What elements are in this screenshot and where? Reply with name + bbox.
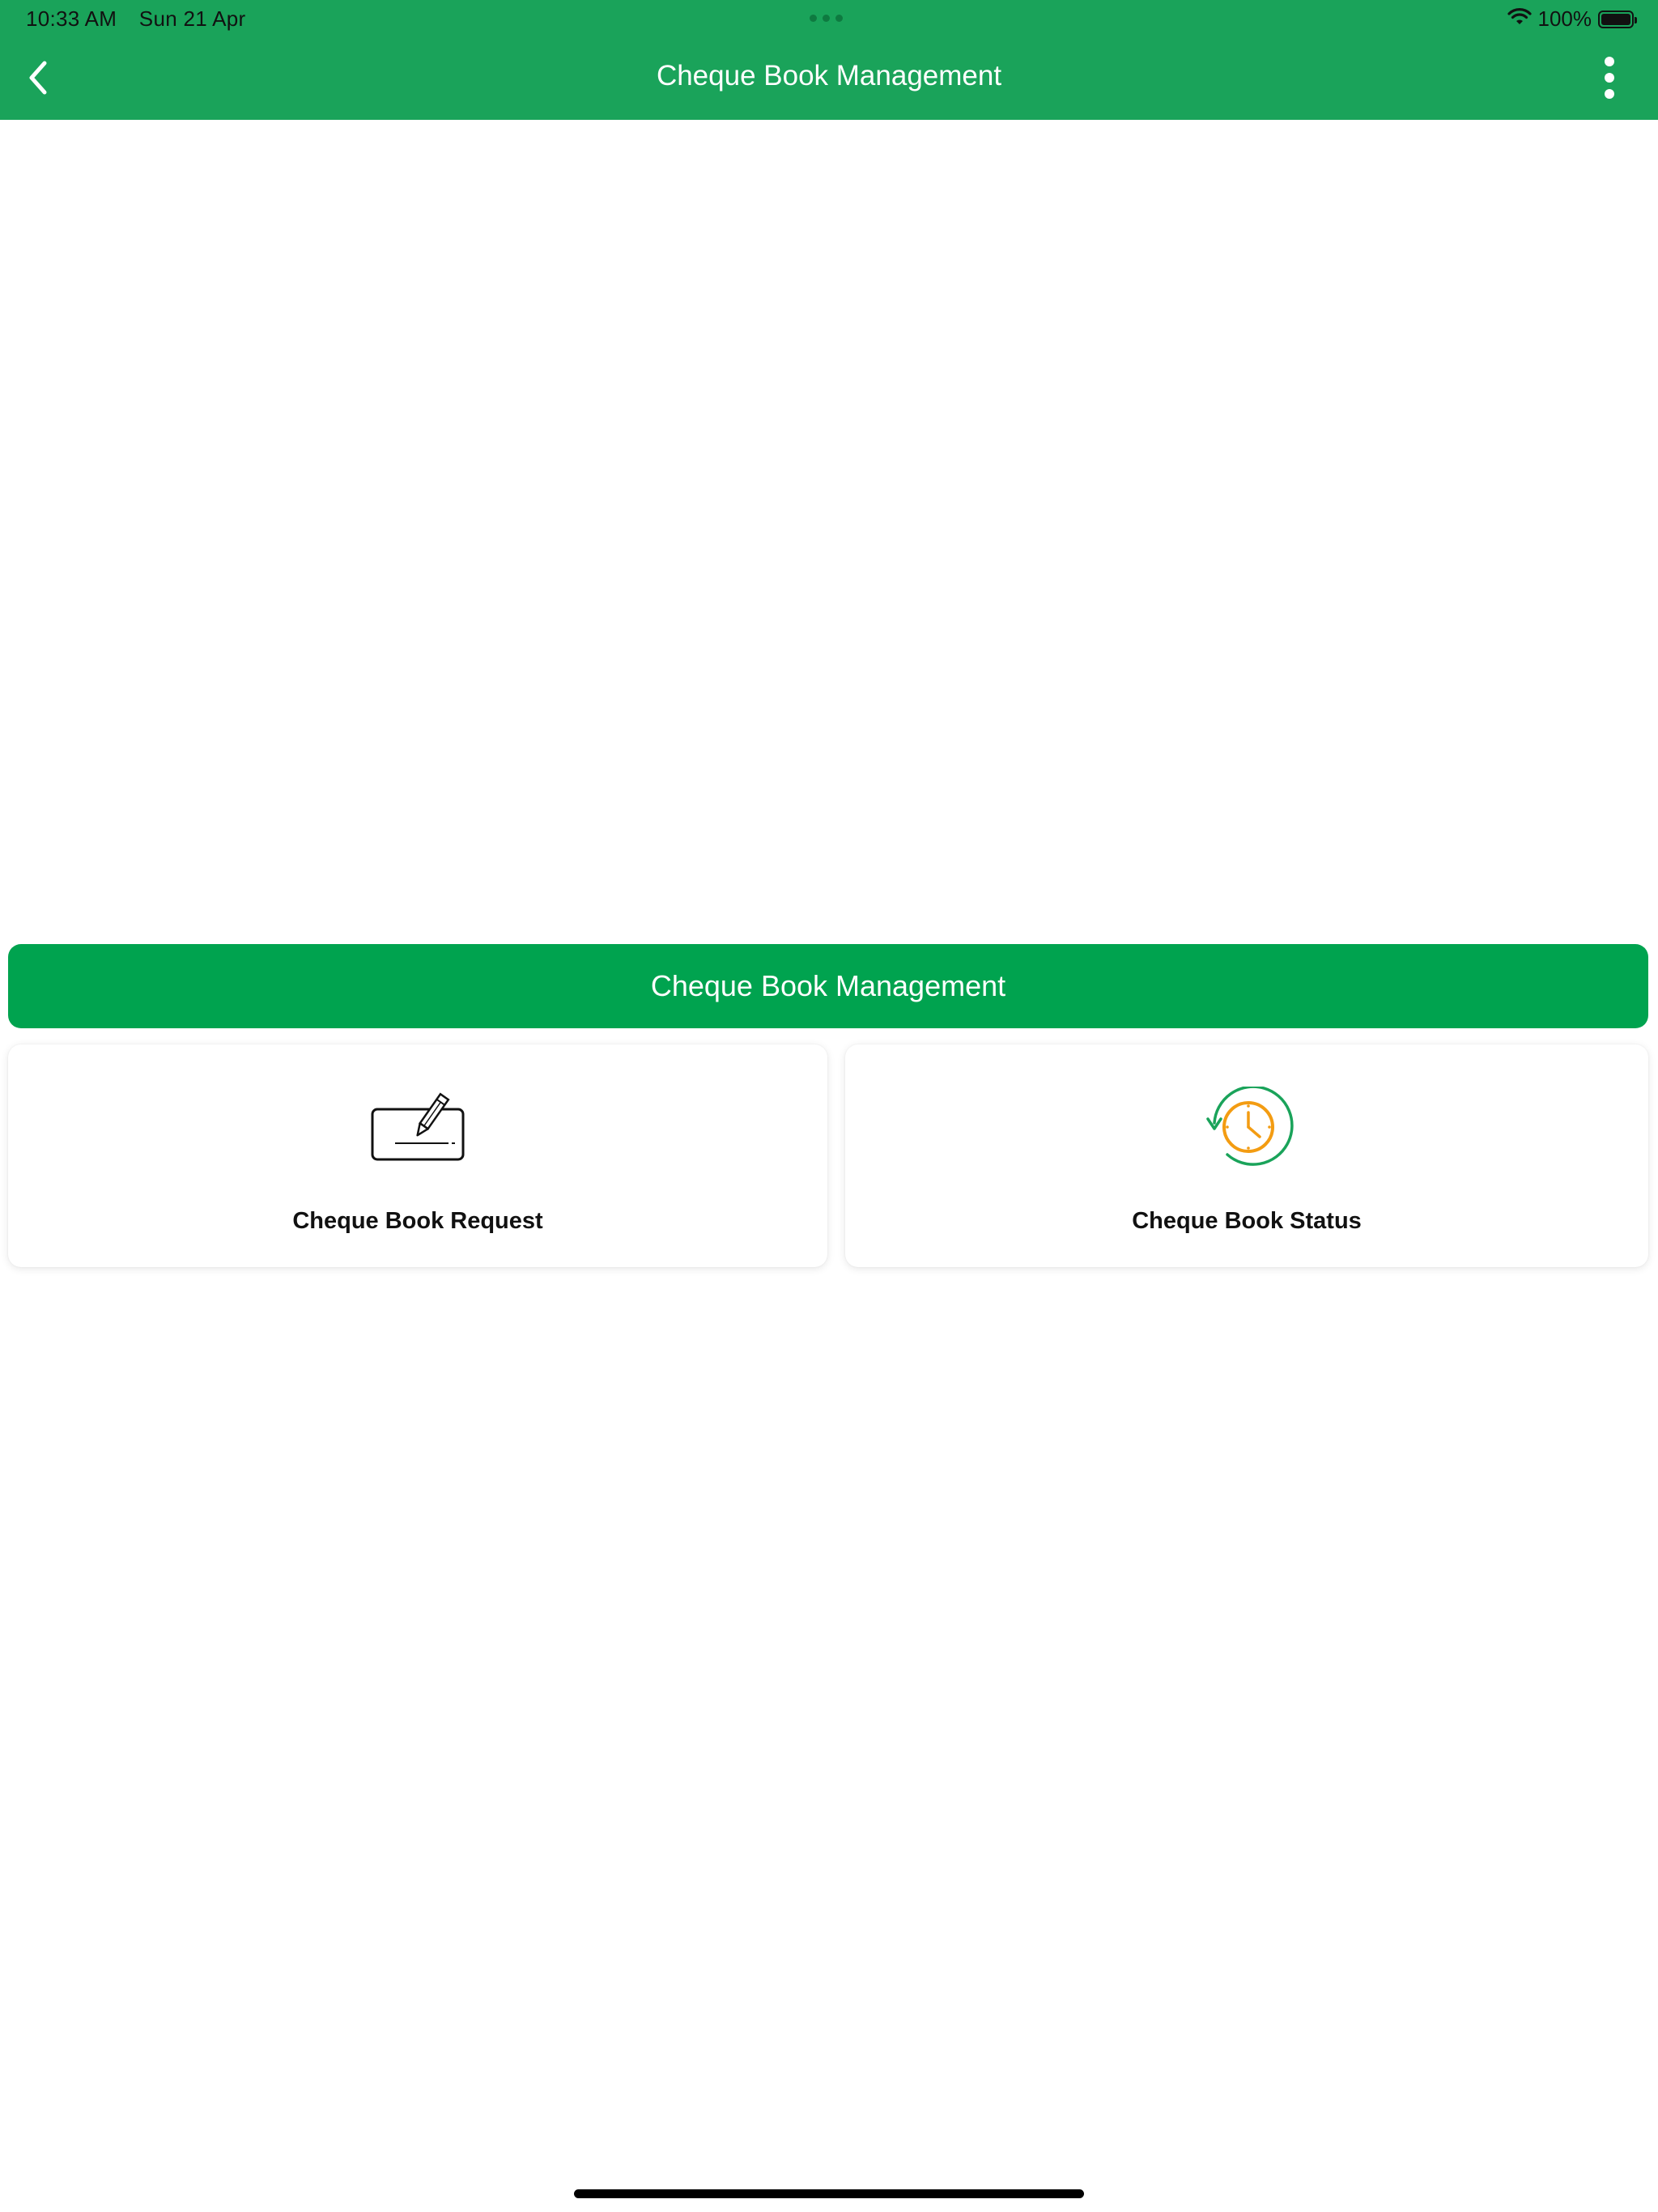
section-title: Cheque Book Management [650,969,1006,1002]
card-label-status: Cheque Book Status [1132,1208,1362,1234]
more-options-button[interactable] [1585,53,1634,102]
page: 10:33 AM Sun 21 Apr 100% Cheque Book Man… [0,0,1658,2212]
section-header: Cheque Book Management [8,944,1648,1028]
top-app-bar: 10:33 AM Sun 21 Apr 100% Cheque Book Man… [0,0,1658,120]
battery-percentage: 100% [1537,6,1592,31]
status-bar-right: 100% [1507,6,1637,32]
wifi-icon [1507,6,1532,32]
battery-icon [1598,10,1637,28]
page-title: Cheque Book Management [656,60,1002,91]
home-indicator[interactable] [574,2189,1084,2198]
multitasking-dots-icon[interactable] [810,15,843,22]
status-date: Sun 21 Apr [138,6,246,31]
card-label-request: Cheque Book Request [292,1208,543,1234]
cheque-sign-icon [369,1087,466,1168]
cheque-book-request-card[interactable]: Cheque Book Request [8,1044,827,1267]
clock-history-icon [1198,1085,1295,1168]
status-time: 10:33 AM [26,6,117,31]
more-vertical-icon [1605,57,1614,99]
status-bar-time: 10:33 AM Sun 21 Apr [26,6,245,32]
cheque-book-status-card[interactable]: Cheque Book Status [845,1044,1648,1267]
